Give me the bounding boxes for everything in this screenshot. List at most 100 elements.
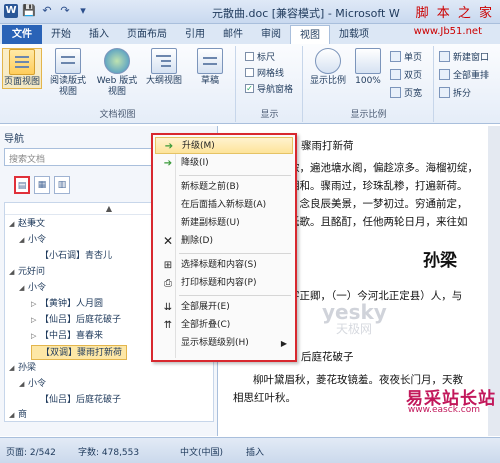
browse-pages-tab[interactable]: ▦ xyxy=(34,176,50,194)
delete-icon: ✕ xyxy=(162,234,174,248)
arrange-all-button[interactable]: 全部重排 xyxy=(439,68,489,81)
customize-quick-access-icon[interactable]: ▾ xyxy=(76,4,90,18)
undo-icon[interactable]: ↶ xyxy=(40,4,54,18)
magnifier-icon xyxy=(315,48,341,74)
menu-item-new-heading-before[interactable]: 新标题之前(B) xyxy=(155,179,293,196)
tree-item[interactable]: ◢ 商 xyxy=(9,408,27,423)
tree-item[interactable]: ◢ 赵秉文 xyxy=(9,217,45,232)
collapse-icon[interactable]: ◢ xyxy=(9,361,18,376)
watermark-bottom-url: www.easck.com xyxy=(407,405,480,415)
expand-icon[interactable]: ▷ xyxy=(31,297,40,312)
menu-item-new-subheading[interactable]: 新建副标题(U) xyxy=(155,215,293,232)
tree-item[interactable]: ▷ 【中吕】喜春来 xyxy=(31,329,103,344)
status-word-count[interactable]: 字数: 478,553 xyxy=(78,445,139,458)
split-button[interactable]: 拆分 xyxy=(439,86,471,99)
show-group-label: 显示 xyxy=(260,110,279,120)
menu-item-label: 在后面插入新标题(A) xyxy=(181,200,267,210)
tree-item-label: 【仙吕】后庭花破子 xyxy=(40,395,122,405)
tab-references[interactable]: 引用 xyxy=(176,25,214,44)
status-page[interactable]: 页面: 2/542 xyxy=(6,445,56,458)
nav-pane-check-box[interactable]: ✓ xyxy=(245,84,254,93)
tree-item[interactable]: ◢ 小令 xyxy=(19,377,46,392)
status-language[interactable]: 中文(中国) xyxy=(180,445,223,458)
redo-icon[interactable]: ↷ xyxy=(58,4,72,18)
one-page-button[interactable]: 单页 xyxy=(390,50,422,63)
doc-line: 相和。骤雨过，珍珠乱糁，打遍新荷。 xyxy=(289,180,468,192)
tree-item[interactable]: 【仙吕】后庭花破子 xyxy=(31,393,121,408)
doc-line: ，念良辰美景，一梦初过。穷通前定， xyxy=(289,198,468,210)
tab-view[interactable]: 视图 xyxy=(290,25,330,44)
status-insert-mode[interactable]: 插入 xyxy=(246,445,264,458)
tree-item[interactable]: 【小石调】青杏儿 xyxy=(31,249,112,264)
collapse-icon[interactable]: ◢ xyxy=(19,233,28,248)
zoom-100-button[interactable]: 100% xyxy=(348,48,388,87)
tree-item[interactable]: ◢ 小令 xyxy=(19,233,46,248)
tree-item[interactable]: ◢ 小令 xyxy=(19,281,46,296)
split-icon xyxy=(439,87,450,98)
group-show: 标尺 网格线 ✓ 导航窗格 显示 xyxy=(237,46,303,122)
gridlines-check-box[interactable] xyxy=(245,68,254,77)
watermark-top: 脚 本 之 家 xyxy=(415,6,494,21)
gridlines-checkbox[interactable]: 网格线 xyxy=(245,66,284,79)
collapse-icon[interactable]: ◢ xyxy=(19,281,28,296)
menu-item-label: 全部折叠(C) xyxy=(181,320,231,330)
tab-insert[interactable]: 插入 xyxy=(80,25,118,44)
web-layout-label: Web 版式视图 xyxy=(96,76,138,97)
zoom-group-label: 显示比例 xyxy=(350,110,387,120)
tree-item-label: 商 xyxy=(18,410,28,420)
page-width-label: 页宽 xyxy=(404,89,423,99)
reading-label: 阅读版式视图 xyxy=(49,76,86,97)
browse-headings-tab[interactable]: ▤ xyxy=(14,176,30,194)
menu-item-print-heading-content[interactable]: ⎙ 打印标题和内容(P) xyxy=(155,275,293,292)
nav-pane-checkbox[interactable]: ✓ 导航窗格 xyxy=(245,82,293,95)
print-layout-label: 页面视图 xyxy=(3,77,40,87)
group-doc-views: 页面视图 阅读版式视图 Web 版式视图 大纲视图 草稿 文档视图 xyxy=(0,46,236,122)
watermark-url-top: www.Jb51.net xyxy=(413,26,482,37)
menu-item-select-heading-content[interactable]: ⊞ 选择标题和内容(S) xyxy=(155,257,293,274)
menu-item-show-heading-levels[interactable]: 显示标题级别(H) ▶ xyxy=(155,335,293,352)
collapse-icon[interactable]: ◢ xyxy=(9,217,18,232)
doc-views-group-label: 文档视图 xyxy=(99,110,136,120)
doc-heading: 后庭花破子 xyxy=(301,351,354,363)
tab-addins[interactable]: 加载项 xyxy=(330,25,378,44)
tab-home[interactable]: 开始 xyxy=(42,25,80,44)
collapse-icon[interactable]: ◢ xyxy=(9,265,18,280)
draft-button[interactable]: 草稿 xyxy=(190,48,230,87)
browse-results-tab[interactable]: ▥ xyxy=(54,176,70,194)
demote-arrow-icon: ➔ xyxy=(163,158,173,169)
menu-item-new-heading-after[interactable]: 在后面插入新标题(A) xyxy=(155,197,293,214)
tree-item[interactable]: ▷ 【仙吕】后庭花破子 xyxy=(31,313,121,328)
outline-button[interactable]: 大纲视图 xyxy=(144,48,184,87)
tree-item[interactable]: ◢ 元好问 xyxy=(9,265,45,280)
menu-item-delete[interactable]: ✕ 删除(D) xyxy=(155,233,293,250)
tab-file[interactable]: 文件 xyxy=(2,25,42,44)
web-layout-button[interactable]: Web 版式视图 xyxy=(94,48,140,98)
save-icon[interactable]: 💾 xyxy=(22,4,36,18)
expand-icon[interactable]: ▷ xyxy=(31,329,40,344)
tab-mailings[interactable]: 邮件 xyxy=(214,25,252,44)
zoom-100-label: 100% xyxy=(355,76,381,86)
doc-line: 浓，遍池塘水阁，偏趁凉多。海榴初绽， xyxy=(289,162,478,174)
menu-item-promote[interactable]: ➔ 升级(M) xyxy=(155,137,293,154)
zoom-button[interactable]: 显示比例 xyxy=(308,48,348,87)
tree-item-label: 【双调】骤雨打新荷 xyxy=(41,348,123,358)
tree-item[interactable]: ▷ 【黄钟】人月圆 xyxy=(31,297,103,312)
tab-page-layout[interactable]: 页面布局 xyxy=(118,25,176,44)
two-pages-button[interactable]: 双页 xyxy=(390,68,422,81)
ruler-check-box[interactable] xyxy=(245,52,254,61)
print-layout-button[interactable]: 页面视图 xyxy=(2,48,42,89)
expand-icon[interactable]: ▷ xyxy=(31,313,40,328)
new-window-button[interactable]: 新建窗口 xyxy=(439,50,489,63)
full-screen-reading-button[interactable]: 阅读版式视图 xyxy=(48,48,88,98)
page-width-button[interactable]: 页宽 xyxy=(390,86,422,99)
menu-item-expand-all[interactable]: ⇊ 全部展开(E) xyxy=(155,299,293,316)
menu-item-demote[interactable]: ➔ 降级(I) xyxy=(155,155,293,172)
split-label: 拆分 xyxy=(453,89,472,99)
ruler-checkbox[interactable]: 标尺 xyxy=(245,50,275,63)
tree-item-selected[interactable]: 【双调】骤雨打新荷 xyxy=(31,345,128,360)
tree-item[interactable]: ◢ 孙梁 xyxy=(9,361,36,376)
tab-review[interactable]: 审阅 xyxy=(252,25,290,44)
collapse-icon[interactable]: ◢ xyxy=(9,408,18,423)
collapse-icon[interactable]: ◢ xyxy=(19,377,28,392)
menu-item-collapse-all[interactable]: ⇈ 全部折叠(C) xyxy=(155,317,293,334)
